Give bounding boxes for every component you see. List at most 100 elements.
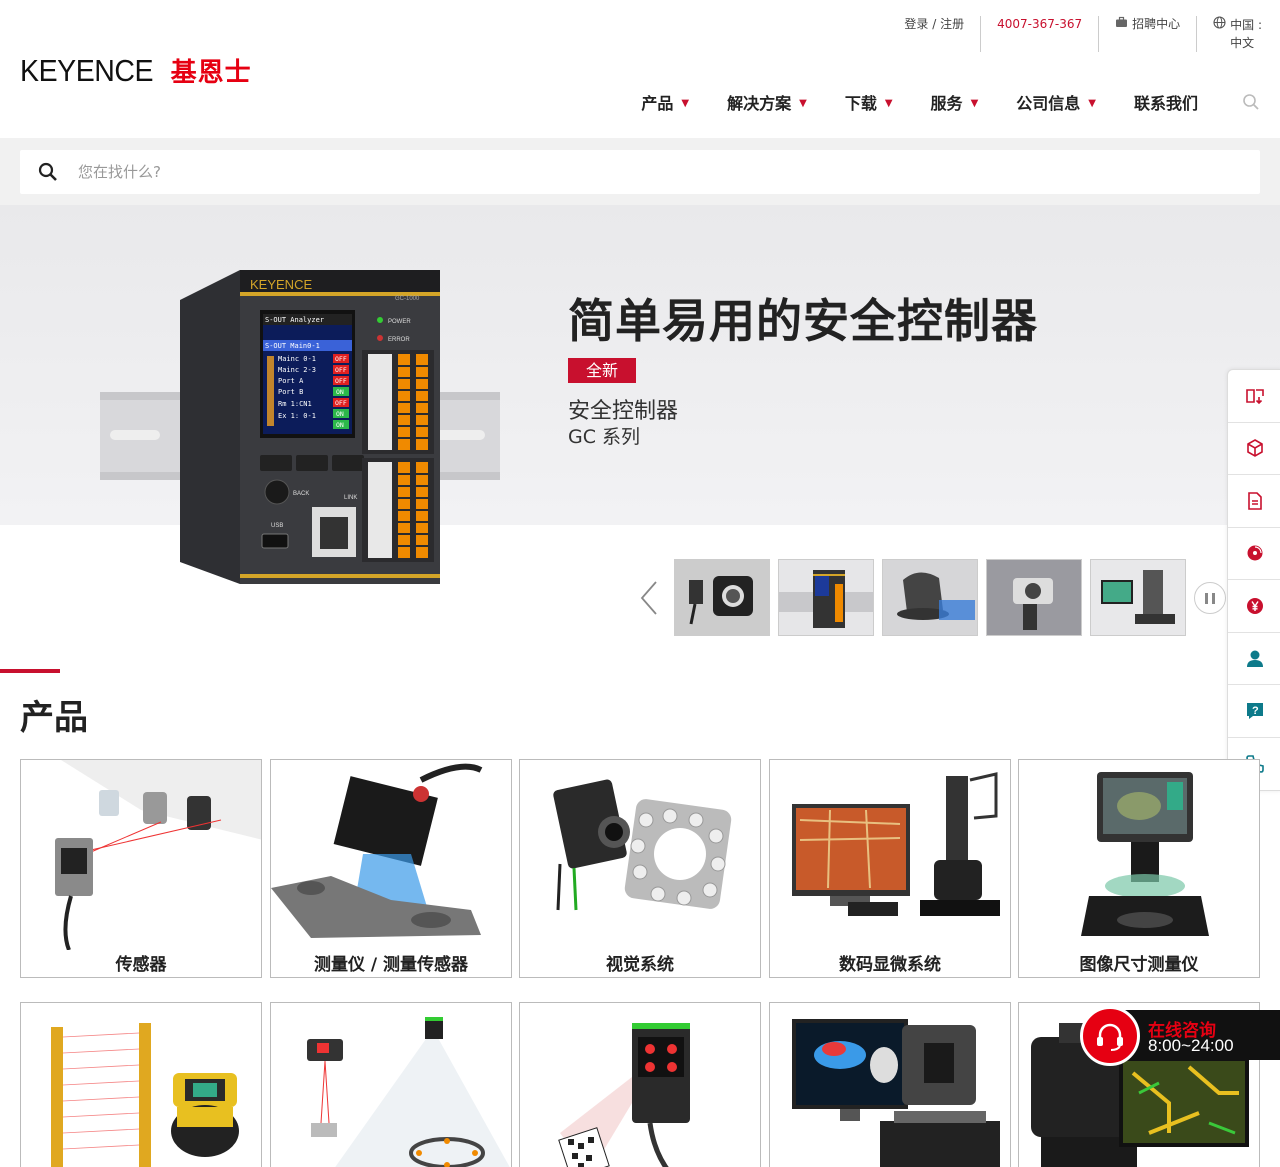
nav-downloads[interactable]: 下载 ▼ (845, 90, 893, 114)
screen-line: Rm 1:CN1 (278, 400, 312, 408)
search-box[interactable] (20, 150, 1260, 194)
phone-link[interactable]: 4007-367-367 (981, 16, 1100, 52)
product-card-measurement[interactable]: 测量仪 / 测量传感器 (270, 759, 512, 978)
user-icon (1246, 650, 1263, 668)
product-card-code-reader[interactable] (519, 1002, 761, 1167)
svg-text:?: ? (1252, 705, 1259, 717)
product-card-image-dimension[interactable]: 图像尺寸测量仪 (1018, 759, 1260, 978)
screen-line: Port B (278, 388, 303, 396)
side-catalog-button[interactable] (1228, 370, 1280, 423)
thumb-microscope-image (1091, 560, 1185, 635)
carousel-thumb-1[interactable] (674, 559, 770, 636)
thumb-camera-image (675, 560, 769, 635)
status-on: ON (336, 388, 344, 396)
login-label: 登录 / 注册 (904, 17, 965, 31)
usb-label: USB (271, 523, 283, 529)
product-card-sensors[interactable]: 传感器 (20, 759, 262, 978)
product-card-laser-marker[interactable] (270, 1002, 512, 1167)
safety-light-curtain-image (51, 1023, 239, 1167)
carousel-prev-arrow[interactable] (636, 578, 662, 618)
careers-link[interactable]: 招聘中心 (1099, 16, 1198, 52)
login-link[interactable]: 登录 / 注册 (888, 16, 982, 52)
briefcase-icon (1116, 16, 1128, 27)
chevron-down-icon: ▼ (681, 97, 690, 109)
side-user-button[interactable] (1228, 633, 1280, 685)
product-card-vision[interactable]: 视觉系统 (519, 759, 761, 978)
image-dimension-image (1081, 772, 1209, 936)
side-document-button[interactable] (1228, 475, 1280, 528)
side-disc-button[interactable] (1228, 528, 1280, 580)
carousel-thumb-2[interactable] (778, 559, 874, 636)
utility-bar: 登录 / 注册 4007-367-367 招聘中心 中国 : 中文 (888, 16, 1262, 52)
carousel-thumb-5[interactable] (1090, 559, 1186, 636)
side-price-button[interactable] (1228, 580, 1280, 633)
online-chat-widget[interactable]: 在线咨询 8:00~24:00 (1080, 1006, 1280, 1066)
nav-label: 解决方案 (727, 94, 792, 113)
nav-label: 下载 (844, 94, 877, 113)
chevron-down-icon: ▼ (884, 97, 893, 109)
side-faq-button[interactable]: ? (1228, 685, 1280, 738)
status-on: ON (336, 410, 344, 418)
disc-icon (1247, 545, 1262, 561)
status-on: ON (336, 421, 344, 429)
document-icon (1247, 491, 1262, 510)
vision-system-image (553, 779, 732, 911)
device-brand: KEYENCE (250, 277, 312, 292)
book-download-icon (1245, 388, 1264, 404)
yen-icon (1246, 597, 1263, 614)
carousel-thumb-3[interactable] (882, 559, 978, 636)
products-section-title: 产品 (20, 698, 88, 738)
code-reader-image (558, 1023, 690, 1167)
product-label: 测量仪 / 测量传感器 (313, 955, 469, 975)
search-input[interactable] (78, 163, 1178, 181)
screen-line: Mainc 2-3 (278, 366, 316, 374)
chevron-down-icon: ▼ (970, 97, 979, 109)
logo-chinese: 基恩士 (170, 58, 252, 88)
screen-line: Mainc 0-1 (278, 355, 316, 363)
side-product-button[interactable] (1228, 423, 1280, 475)
nav-solutions[interactable]: 解决方案 ▼ (727, 90, 807, 114)
product-label: 图像尺寸测量仪 (1079, 955, 1199, 975)
product-card-safety[interactable] (20, 1002, 262, 1167)
cube-icon (1246, 439, 1263, 458)
status-off: OFF (335, 366, 347, 374)
product-label: 传感器 (115, 955, 167, 975)
hero-subtitle: 安全控制器 (568, 399, 679, 424)
link-label: LINK (344, 495, 357, 501)
language-selector[interactable]: 中国 : 中文 (1197, 16, 1262, 52)
language-label: 中文 (1230, 36, 1255, 50)
new-badge: 全新 (568, 358, 636, 383)
search-icon[interactable] (1242, 93, 1260, 111)
device-model: GC-1000 (395, 296, 420, 302)
nav-label: 产品 (641, 94, 674, 113)
digital-microscope-image (792, 772, 1000, 916)
measurement-image (271, 763, 483, 938)
headset-icon (1080, 1006, 1140, 1066)
section-accent-line (0, 669, 60, 673)
chat-hours: 8:00~24:00 (1148, 1036, 1234, 1055)
sensor-image (55, 760, 261, 950)
screen-line: S-OUT Analyzer (265, 316, 324, 324)
globe-icon (1213, 16, 1226, 29)
power-label: POWER (388, 319, 411, 325)
product-label: 数码显微系统 (839, 955, 941, 975)
thumb-handheld-image (987, 560, 1081, 635)
error-label: ERROR (388, 337, 410, 343)
region-label: 中国 : (1230, 18, 1262, 32)
main-nav: 产品 ▼ 解决方案 ▼ 下载 ▼ 服务 ▼ 公司信息 ▼ 联系我们 (603, 90, 1260, 114)
nav-contact[interactable]: 联系我们 (1134, 90, 1198, 114)
keyence-logo[interactable]: KEYENCE 基恩士 (20, 52, 252, 89)
screen-line: S-OUT Main0-1 (265, 342, 320, 350)
product-card-microscope[interactable]: 数码显微系统 (769, 759, 1011, 978)
carousel-pause-button[interactable] (1194, 582, 1226, 614)
nav-services[interactable]: 服务 ▼ (931, 90, 979, 114)
carousel-thumb-4[interactable] (986, 559, 1082, 636)
safety-controller-image: KEYENCE GC-1000 S-OUT Analyzer S-OUT Mai… (100, 270, 500, 584)
status-off: OFF (335, 399, 347, 407)
nav-products[interactable]: 产品 ▼ (641, 90, 689, 114)
nav-company[interactable]: 公司信息 ▼ (1016, 90, 1096, 114)
product-card-3d-measurement[interactable] (769, 1002, 1011, 1167)
chevron-down-icon: ▼ (799, 97, 807, 109)
laser-sensor-image (307, 1017, 510, 1167)
nav-label: 服务 (930, 94, 963, 113)
